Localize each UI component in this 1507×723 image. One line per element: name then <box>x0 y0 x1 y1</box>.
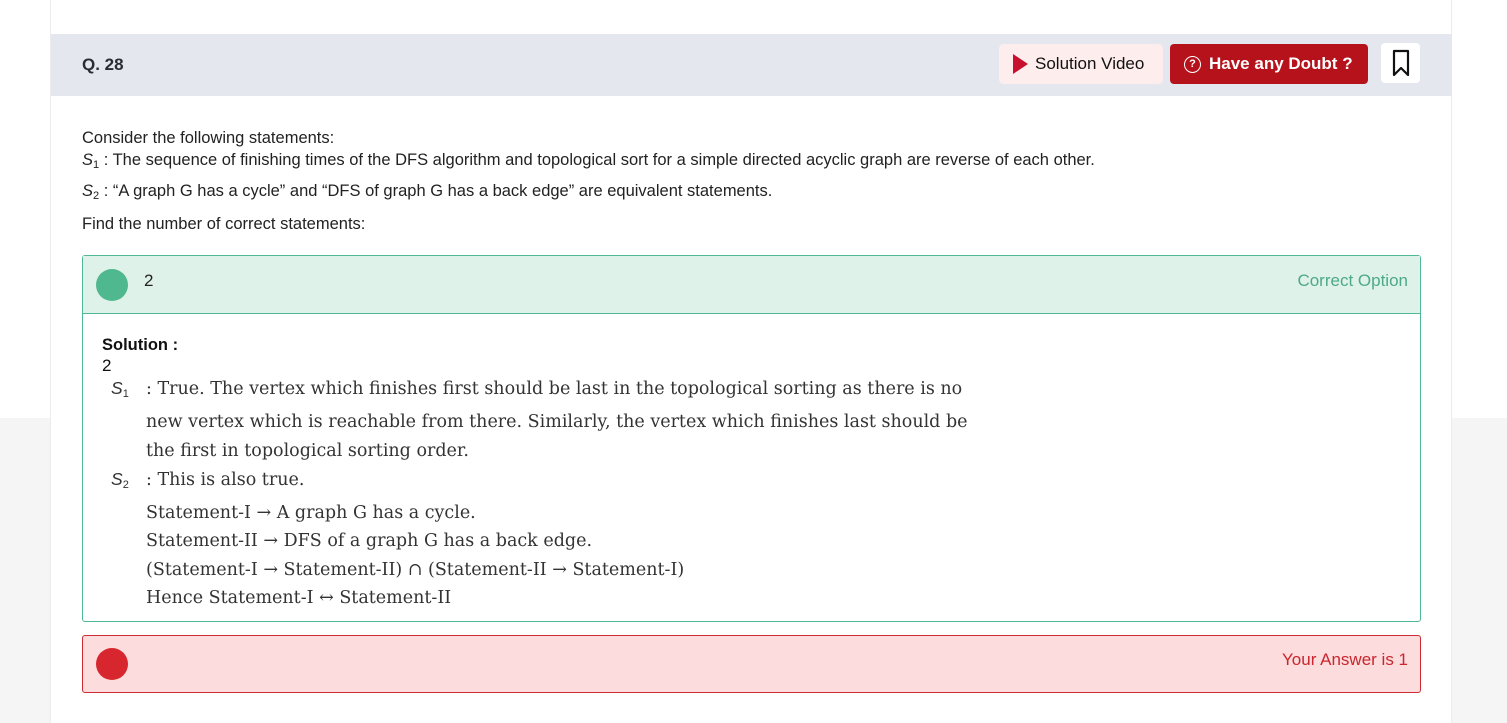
correct-option-text: 2 <box>144 271 154 290</box>
your-answer-box[interactable]: Your Answer is 1 <box>82 635 1421 693</box>
question-text: Consider the following statements: S1 : … <box>82 128 1382 238</box>
solution-video-label: Solution Video <box>1035 54 1145 73</box>
solution-s2-line-4: (Statement-I → Statement-II) ∩ (Statemen… <box>146 559 685 580</box>
statement-s1: S1 : The sequence of finishing times of … <box>82 151 1095 171</box>
solution-section: Solution : 2 <box>102 334 178 376</box>
solution-s1-line-2: new vertex which is reachable from there… <box>146 412 968 433</box>
question-intro: Consider the following statements: <box>82 129 335 147</box>
solution-explanation: S1: True. The vertex which finishes firs… <box>111 374 1011 612</box>
solution-s2-label: S2 <box>111 468 129 491</box>
question-number: Q. 28 <box>82 55 124 74</box>
solution-s2-line-5: Hence Statement-I ↔ Statement-II <box>146 588 452 609</box>
play-icon <box>1013 54 1028 74</box>
wrong-indicator-dot <box>96 648 128 680</box>
solution-s2-line-2: Statement-I → A graph G has a cycle. <box>146 503 476 524</box>
correct-option-label: Correct Option <box>1297 271 1408 290</box>
question-bubble-icon: ? <box>1184 55 1201 73</box>
question-prompt: Find the number of correct statements: <box>82 215 366 233</box>
s1-label: S1 <box>82 151 100 171</box>
solution-value: 2 <box>102 356 112 375</box>
solution-s2-line-3: Statement-II → DFS of a graph G has a ba… <box>146 531 593 552</box>
solution-title: Solution : <box>102 336 179 354</box>
question-card: Q. 28 Solution Video ? Have any Doubt ? … <box>50 0 1452 723</box>
bookmark-icon <box>1392 49 1409 77</box>
correct-indicator-dot <box>96 269 128 301</box>
have-doubt-label: Have any Doubt ? <box>1209 54 1353 73</box>
statement-s2: S2 : “A graph G has a cycle” and “DFS of… <box>82 182 773 202</box>
solution-s1-line-1: S1: True. The vertex which finishes firs… <box>111 374 1011 408</box>
question-header: Q. 28 Solution Video ? Have any Doubt ? <box>51 34 1452 96</box>
bookmark-button[interactable] <box>1381 43 1420 83</box>
solution-s2-line-1: S2: This is also true. <box>111 465 1011 499</box>
solution-video-button[interactable]: Solution Video <box>999 44 1163 84</box>
have-doubt-button[interactable]: ? Have any Doubt ? <box>1170 44 1368 84</box>
your-answer-label: Your Answer is 1 <box>1282 650 1408 669</box>
correct-option-header[interactable]: 2 Correct Option <box>83 256 1420 314</box>
solution-s1-label: S1 <box>111 378 129 400</box>
solution-s1-line-3: the first in topological sorting order. <box>146 440 469 461</box>
correct-option-box: 2 Correct Option Solution : 2 S1: True. … <box>82 255 1421 622</box>
s2-label: S2 <box>82 182 100 202</box>
